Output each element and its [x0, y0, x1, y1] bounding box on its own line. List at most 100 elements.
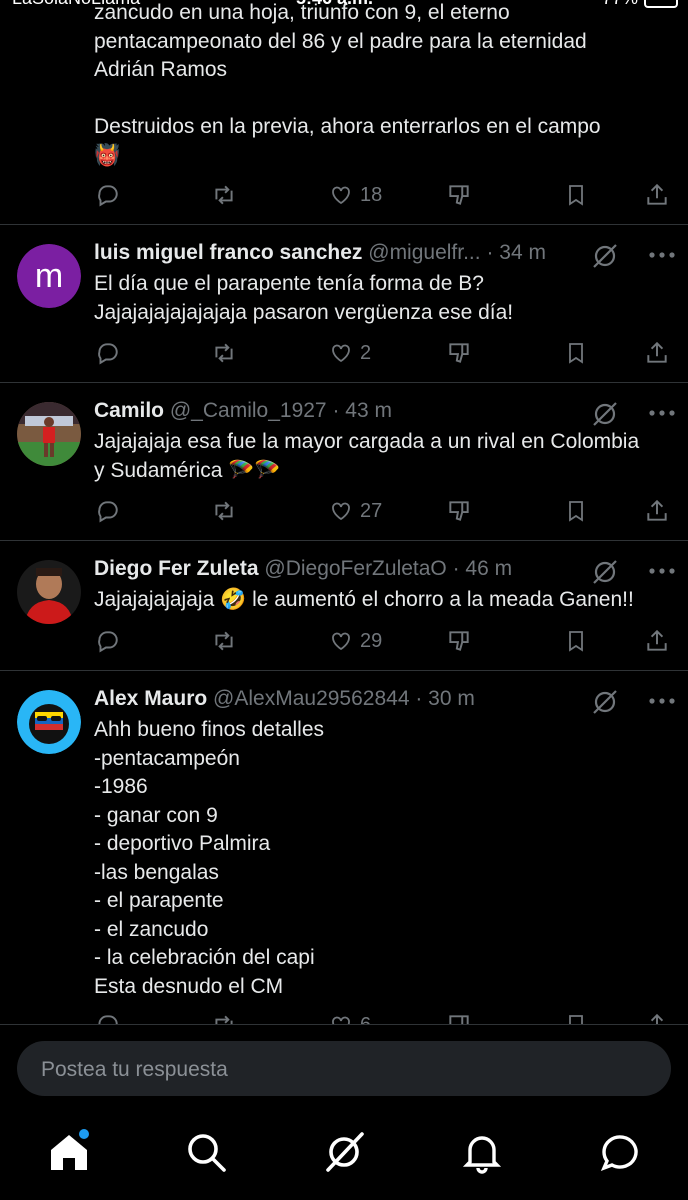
reply-icon — [98, 343, 118, 365]
like-button[interactable]: 27 — [328, 497, 382, 525]
bookmark-icon — [569, 343, 583, 364]
more-options-icon[interactable] — [648, 251, 676, 259]
reply-icon — [98, 185, 118, 207]
reply-button[interactable] — [94, 627, 120, 655]
reply-tweet[interactable]: Alex Mauro @AlexMau29562844 · 30 m Ahh b… — [0, 671, 688, 1024]
author-name[interactable]: Diego Fer Zuleta — [94, 557, 259, 580]
heart-icon — [332, 344, 350, 363]
views-button[interactable] — [446, 1011, 472, 1024]
bookmark-button[interactable] — [564, 339, 588, 367]
repost-button[interactable] — [210, 627, 238, 655]
reply-tweet[interactable]: Camilo @_Camilo_1927 · 43 m Jajajajaja e… — [0, 383, 688, 541]
more-options-icon[interactable] — [648, 567, 676, 575]
repost-button[interactable] — [210, 497, 238, 525]
views-button[interactable] — [446, 627, 472, 655]
reply-button[interactable] — [94, 339, 120, 367]
share-icon — [647, 183, 667, 205]
tweet-actions: 6 — [94, 1011, 674, 1024]
heart-icon — [332, 632, 350, 651]
bookmark-icon — [569, 1015, 583, 1024]
bookmark-icon — [569, 501, 583, 522]
tweet-header: Alex Mauro @AlexMau29562844 · 30 m — [94, 687, 675, 717]
avatar[interactable] — [17, 402, 81, 466]
divider — [0, 1024, 688, 1025]
avatar[interactable]: m — [17, 244, 81, 308]
repost-button[interactable] — [210, 339, 238, 367]
messages-icon[interactable] — [598, 1130, 642, 1174]
reply-tweet[interactable]: zancudo en una hoja, triunfo con 9, el e… — [0, 0, 688, 225]
like-button[interactable]: 29 — [328, 627, 382, 655]
share-button[interactable] — [644, 339, 670, 367]
share-button[interactable] — [644, 627, 670, 655]
share-icon — [647, 499, 667, 521]
tweet-header: Camilo @_Camilo_1927 · 43 m — [94, 399, 675, 429]
like-button[interactable]: 6 — [328, 1011, 371, 1024]
repost-icon — [215, 185, 233, 205]
notifications-icon[interactable] — [460, 1130, 504, 1174]
bookmark-button[interactable] — [564, 181, 588, 209]
reply-button[interactable] — [94, 1011, 120, 1024]
share-icon — [647, 629, 667, 651]
author-handle[interactable]: @_Camilo_1927 — [170, 399, 327, 422]
reply-tweet[interactable]: m luis miguel franco sanchez @miguelfr..… — [0, 225, 688, 383]
avatar-illustration — [17, 690, 81, 754]
reply-button[interactable] — [94, 181, 120, 209]
bookmark-button[interactable] — [564, 627, 588, 655]
grok-icon[interactable] — [590, 241, 620, 271]
tweet-actions: 2 — [94, 339, 674, 369]
player-photo — [17, 402, 81, 466]
reply-icon — [98, 631, 118, 653]
tweet-actions: 27 — [94, 497, 674, 527]
views-button[interactable] — [446, 181, 472, 209]
reply-input[interactable] — [39, 1041, 643, 1098]
grok-icon[interactable] — [590, 399, 620, 429]
tweet-text: Jajajajaja esa fue la mayor cargada a un… — [94, 430, 640, 482]
author-handle[interactable]: @AlexMau29562844 — [213, 687, 409, 710]
views-button[interactable] — [446, 339, 472, 367]
tweet-text: Ahh bueno finos detalles -pentacampeón -… — [94, 718, 325, 998]
bookmark-button[interactable] — [564, 1011, 588, 1024]
repost-icon — [215, 501, 233, 521]
grok-icon[interactable] — [322, 1130, 366, 1174]
reply-tweet[interactable]: Diego Fer Zuleta @DiegoFerZuletaO · 46 m… — [0, 541, 688, 671]
author-name[interactable]: luis miguel franco sanchez — [94, 241, 362, 264]
tweet-header: Diego Fer Zuleta @DiegoFerZuletaO · 46 m — [94, 557, 675, 587]
reply-button[interactable] — [94, 497, 120, 525]
heart-icon — [332, 502, 350, 521]
like-button[interactable]: 18 — [328, 181, 382, 209]
author-name[interactable]: Alex Mauro — [94, 687, 207, 710]
avatar-letter: m — [34, 256, 64, 295]
avatar[interactable] — [17, 560, 81, 624]
bookmark-button[interactable] — [564, 497, 588, 525]
author-name[interactable]: Camilo — [94, 399, 164, 422]
author-handle[interactable]: @DiegoFerZuletaO — [264, 557, 446, 580]
like-count: 18 — [360, 183, 383, 206]
downvote-icon — [449, 343, 469, 363]
reply-icon — [98, 1015, 118, 1024]
bookmark-icon — [569, 631, 583, 652]
like-count: 27 — [360, 499, 383, 522]
bottom-tab-bar — [0, 1110, 688, 1200]
tweet-time: · 46 m — [452, 557, 513, 580]
more-options-icon[interactable] — [648, 409, 676, 417]
more-options-icon[interactable] — [648, 697, 676, 705]
avatar[interactable] — [17, 690, 81, 754]
tweet-time: · 43 m — [332, 399, 392, 422]
search-icon[interactable] — [184, 1130, 228, 1174]
share-button[interactable] — [644, 181, 670, 209]
reply-composer[interactable] — [17, 1041, 671, 1098]
share-button[interactable] — [644, 1011, 670, 1024]
repost-button[interactable] — [210, 181, 238, 209]
like-button[interactable]: 2 — [328, 339, 371, 367]
grok-icon[interactable] — [590, 687, 620, 717]
tweet-text: El día que el parapente tenía forma de B… — [94, 272, 514, 324]
share-button[interactable] — [644, 497, 670, 525]
player-photo — [17, 560, 81, 624]
views-button[interactable] — [446, 497, 472, 525]
tweet-time: · 34 m — [486, 241, 546, 264]
home-notification-dot — [79, 1129, 89, 1139]
author-handle[interactable]: @miguelfr... — [368, 241, 480, 264]
grok-icon[interactable] — [590, 557, 620, 587]
tweet-text: Jajajajajajaja 🤣 le aumentó el chorro a … — [94, 588, 634, 611]
repost-button[interactable] — [210, 1011, 238, 1024]
